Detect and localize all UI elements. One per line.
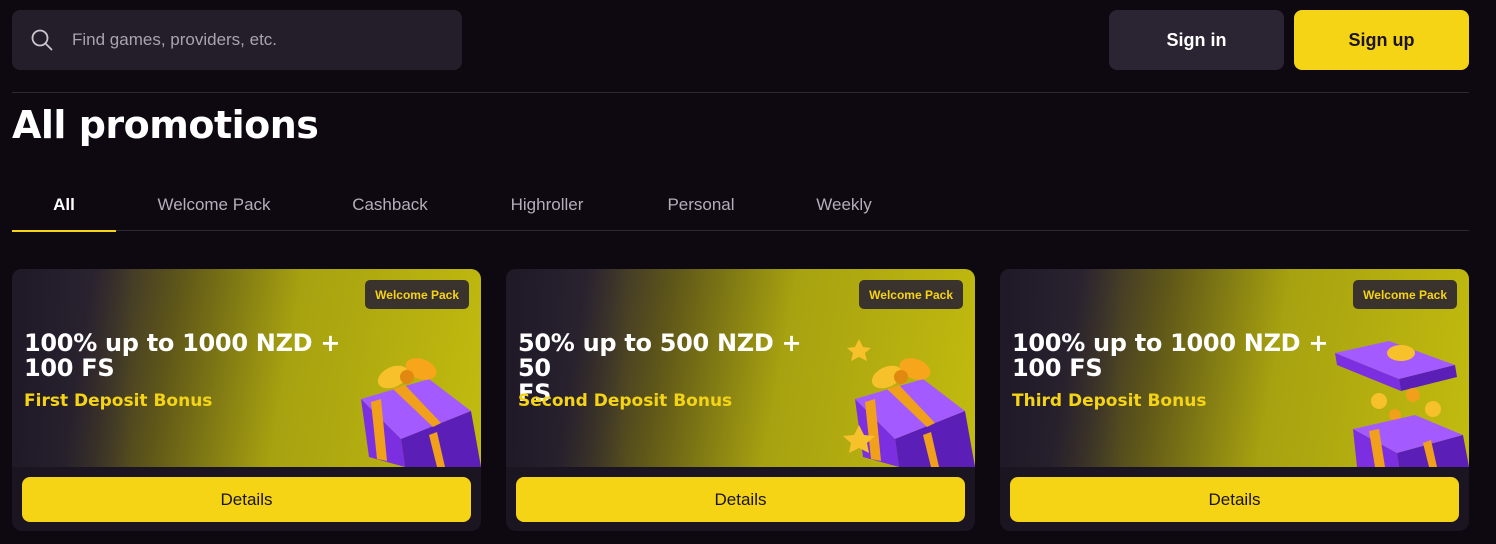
header-divider	[12, 92, 1469, 93]
tab-welcome-pack[interactable]: Welcome Pack	[136, 178, 292, 231]
category-badge: Welcome Pack	[1353, 280, 1457, 309]
promo-card: Welcome Pack 50% up to 500 NZD + 50 FS S…	[506, 269, 975, 531]
tab-personal[interactable]: Personal	[648, 178, 754, 231]
top-bar: Sign in Sign up	[0, 0, 1496, 92]
search-bar[interactable]	[12, 10, 462, 70]
details-button[interactable]: Details	[516, 477, 965, 522]
tab-all[interactable]: All	[12, 178, 116, 232]
offer-subtitle: Second Deposit Bonus	[518, 391, 733, 411]
search-input[interactable]	[72, 30, 402, 50]
tab-highroller[interactable]: Highroller	[486, 178, 608, 231]
gift-box-icon	[361, 358, 481, 467]
tab-cashback[interactable]: Cashback	[330, 178, 450, 231]
details-button[interactable]: Details	[22, 477, 471, 522]
promo-card: Welcome Pack 100% up to 1000 NZD + 100 F…	[12, 269, 481, 531]
sign-up-button[interactable]: Sign up	[1294, 10, 1469, 70]
offer-subtitle: Third Deposit Bonus	[1012, 391, 1207, 411]
offer-title: 100% up to 1000 NZD + 100 FS	[1012, 331, 1332, 381]
offer-line: 100 FS	[1012, 354, 1103, 382]
offer-title: 100% up to 1000 NZD + 100 FS	[24, 331, 344, 381]
page-title: All promotions	[12, 103, 319, 147]
search-icon	[31, 29, 53, 51]
category-badge: Welcome Pack	[365, 280, 469, 309]
sign-in-button[interactable]: Sign in	[1109, 10, 1284, 70]
offer-line: 100% up to 1000 NZD +	[1012, 329, 1329, 357]
promo-card: Welcome Pack 100% up to 1000 NZD + 100 F…	[1000, 269, 1469, 531]
tab-weekly[interactable]: Weekly	[796, 178, 892, 231]
offer-line: 100% up to 1000 NZD +	[24, 329, 341, 357]
details-button[interactable]: Details	[1010, 477, 1459, 522]
gift-box-stars-icon	[843, 339, 975, 467]
category-badge: Welcome Pack	[859, 280, 963, 309]
offer-subtitle: First Deposit Bonus	[24, 391, 213, 411]
offer-line: 50% up to 500 NZD + 50	[518, 329, 802, 382]
promo-tabs: All Welcome Pack Cashback Highroller Per…	[12, 178, 1469, 232]
offer-line: 100 FS	[24, 354, 115, 382]
open-gift-coins-icon	[1335, 341, 1469, 467]
